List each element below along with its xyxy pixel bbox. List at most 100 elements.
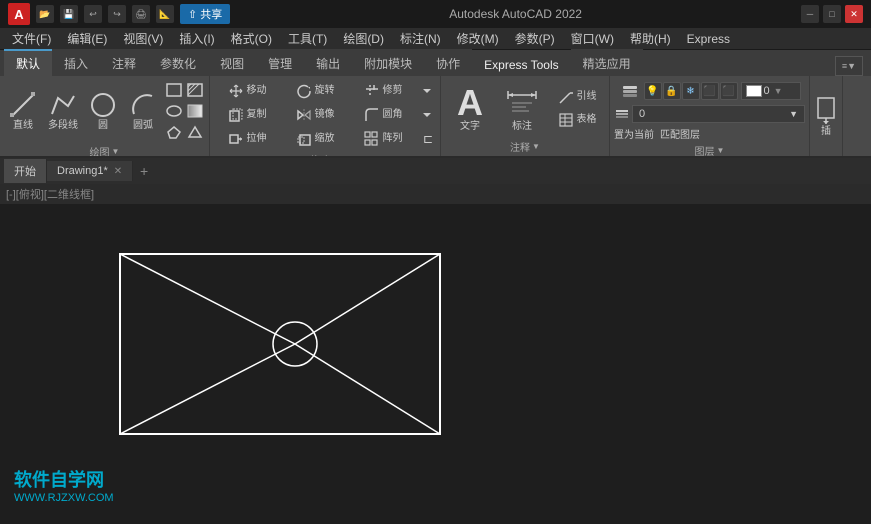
mirror-label: 镜像 [315, 109, 335, 121]
rotate-label: 旋转 [315, 85, 335, 97]
tab-annotate[interactable]: 注释 [100, 49, 148, 76]
print-button[interactable]: 🖨 [132, 5, 150, 23]
circle-icon [88, 90, 118, 120]
menu-view[interactable]: 视图(V) [115, 28, 171, 49]
polyline-icon [48, 90, 78, 120]
move-label: 移动 [247, 85, 267, 97]
ribbon-tabs: 默认 插入 注释 参数化 视图 管理 输出 附加模块 协作 Express To… [0, 50, 871, 76]
tab-addons[interactable]: 附加模块 [352, 49, 424, 76]
fillet-expand[interactable] [418, 104, 436, 126]
share-label: 共享 [200, 6, 222, 22]
menu-draw[interactable]: 绘图(D) [335, 28, 392, 49]
menu-express[interactable]: Express [679, 30, 738, 48]
wipeout-tool[interactable] [185, 122, 205, 142]
arc-tool[interactable]: 圆弧 [124, 85, 162, 137]
line-tool[interactable]: 直线 [4, 85, 42, 137]
tab-manage[interactable]: 管理 [256, 49, 304, 76]
hatch-tool[interactable] [185, 80, 205, 100]
open-button[interactable]: 📂 [36, 5, 54, 23]
window-controls: ─ □ ✕ [801, 5, 863, 23]
text-tool[interactable]: A 文字 [445, 83, 495, 135]
table-icon [558, 112, 574, 128]
layer-icon-4[interactable]: ⬛ [701, 82, 719, 100]
tab-default[interactable]: 默认 [4, 49, 52, 76]
tab-view[interactable]: 视图 [208, 49, 256, 76]
tab-featured-apps[interactable]: 精选应用 [571, 49, 643, 76]
ribbon-panel: 直线 多段线 圆 [0, 76, 871, 158]
plot-button[interactable]: 📐 [156, 5, 174, 23]
tab-collaborate[interactable]: 协作 [424, 49, 472, 76]
region-tool[interactable] [164, 122, 184, 142]
draw-group-label: 绘图 ▼ [90, 144, 120, 158]
tab-express-tools[interactable]: Express Tools [472, 52, 570, 76]
menu-insert[interactable]: 插入(I) [171, 28, 222, 49]
draw-group-expand[interactable]: ▼ [112, 147, 120, 156]
draw-group-content: 直线 多段线 圆 [4, 80, 205, 142]
modify-extra[interactable]: ⊏ [418, 128, 436, 150]
drawing-tab[interactable]: Drawing1* ✕ [47, 161, 133, 181]
trim-expand[interactable] [418, 80, 436, 102]
title-bar: A 📂 💾 ↩ ↪ 🖨 📐 ⇧ 共享 Autodesk AutoCAD 2022… [0, 0, 871, 28]
leader-tool[interactable]: 引线 [549, 86, 605, 108]
share-button[interactable]: ⇧ 共享 [180, 4, 230, 24]
start-tab[interactable]: 开始 [4, 159, 47, 183]
drawing-svg [110, 244, 450, 444]
annotate-group-expand[interactable]: ▼ [532, 142, 540, 151]
gradient-tool[interactable] [185, 101, 205, 121]
dropdown-arrow[interactable]: ▼ [774, 86, 783, 96]
fillet-icon [364, 107, 380, 123]
layer-properties-tool[interactable] [619, 80, 641, 102]
menu-tools[interactable]: 工具(T) [280, 28, 335, 49]
tab-insert[interactable]: 插入 [52, 49, 100, 76]
layer-icon-2[interactable]: 🔒 [663, 82, 681, 100]
layer-icon-1[interactable]: 💡 [644, 82, 662, 100]
circle-label: 圆 [98, 120, 108, 132]
menu-help[interactable]: 帮助(H) [622, 28, 679, 49]
maximize-button[interactable]: □ [823, 5, 841, 23]
fillet-tool[interactable]: 圆角 [350, 104, 416, 126]
rotate-tool[interactable]: 旋转 [282, 80, 348, 102]
menu-window[interactable]: 窗口(W) [563, 28, 622, 49]
layer-group: 💡 🔒 ❄ ⬛ ⬛ 0 ▼ 0 ▼ [610, 76, 810, 156]
undo-button[interactable]: ↩ [84, 5, 102, 23]
set-current-label: 置为当前 [614, 126, 654, 141]
menu-annotate[interactable]: 标注(N) [392, 28, 449, 49]
save-button[interactable]: 💾 [60, 5, 78, 23]
workspace-switcher[interactable]: ≡▼ [835, 56, 863, 76]
layer-selector[interactable]: 0 ▼ [632, 105, 805, 123]
menu-file[interactable]: 文件(F) [4, 28, 59, 49]
copy-tool[interactable]: 复制 [214, 104, 280, 126]
redo-button[interactable]: ↪ [108, 5, 126, 23]
tab-parametric[interactable]: 参数化 [148, 49, 208, 76]
layer-group-expand[interactable]: ▼ [717, 146, 725, 155]
array-tool[interactable]: 阵列 [350, 128, 416, 150]
circle-tool[interactable]: 圆 [84, 85, 122, 137]
layer-icon-3[interactable]: ❄ [682, 82, 700, 100]
copy-icon [228, 107, 244, 123]
add-tab-button[interactable]: + [133, 160, 155, 182]
rectangle-tool[interactable] [164, 80, 184, 100]
canvas-area[interactable]: 软件自学网 WWW.RJZXW.COM [0, 204, 871, 524]
move-tool[interactable]: 移动 [214, 80, 280, 102]
menu-format[interactable]: 格式(O) [223, 28, 280, 49]
trim-tool[interactable]: 修剪 [350, 80, 416, 102]
layer-number-box[interactable]: 0 ▼ [741, 82, 801, 100]
menu-edit[interactable]: 编辑(E) [59, 28, 115, 49]
modify-extra-icon: ⊏ [422, 131, 432, 147]
menu-parametric[interactable]: 参数(P) [507, 28, 563, 49]
annotation-tool[interactable]: 标注 [497, 83, 547, 135]
stretch-tool[interactable]: 拉伸 [214, 128, 280, 150]
insert-tool[interactable]: 插 [812, 90, 840, 142]
menu-modify[interactable]: 修改(M) [449, 28, 507, 49]
polyline-tool[interactable]: 多段线 [44, 85, 82, 137]
tab-output[interactable]: 输出 [304, 49, 352, 76]
mirror-tool[interactable]: 镜像 [282, 104, 348, 126]
scale-tool[interactable]: 缩放 [282, 128, 348, 150]
minimize-button[interactable]: ─ [801, 5, 819, 23]
layer-icon-5[interactable]: ⬛ [720, 82, 738, 100]
close-button[interactable]: ✕ [845, 5, 863, 23]
table-tool[interactable]: 表格 [549, 109, 605, 131]
drawing-tab-close[interactable]: ✕ [114, 166, 122, 177]
polyline-label: 多段线 [48, 120, 78, 132]
ellipse-tool[interactable] [164, 101, 184, 121]
